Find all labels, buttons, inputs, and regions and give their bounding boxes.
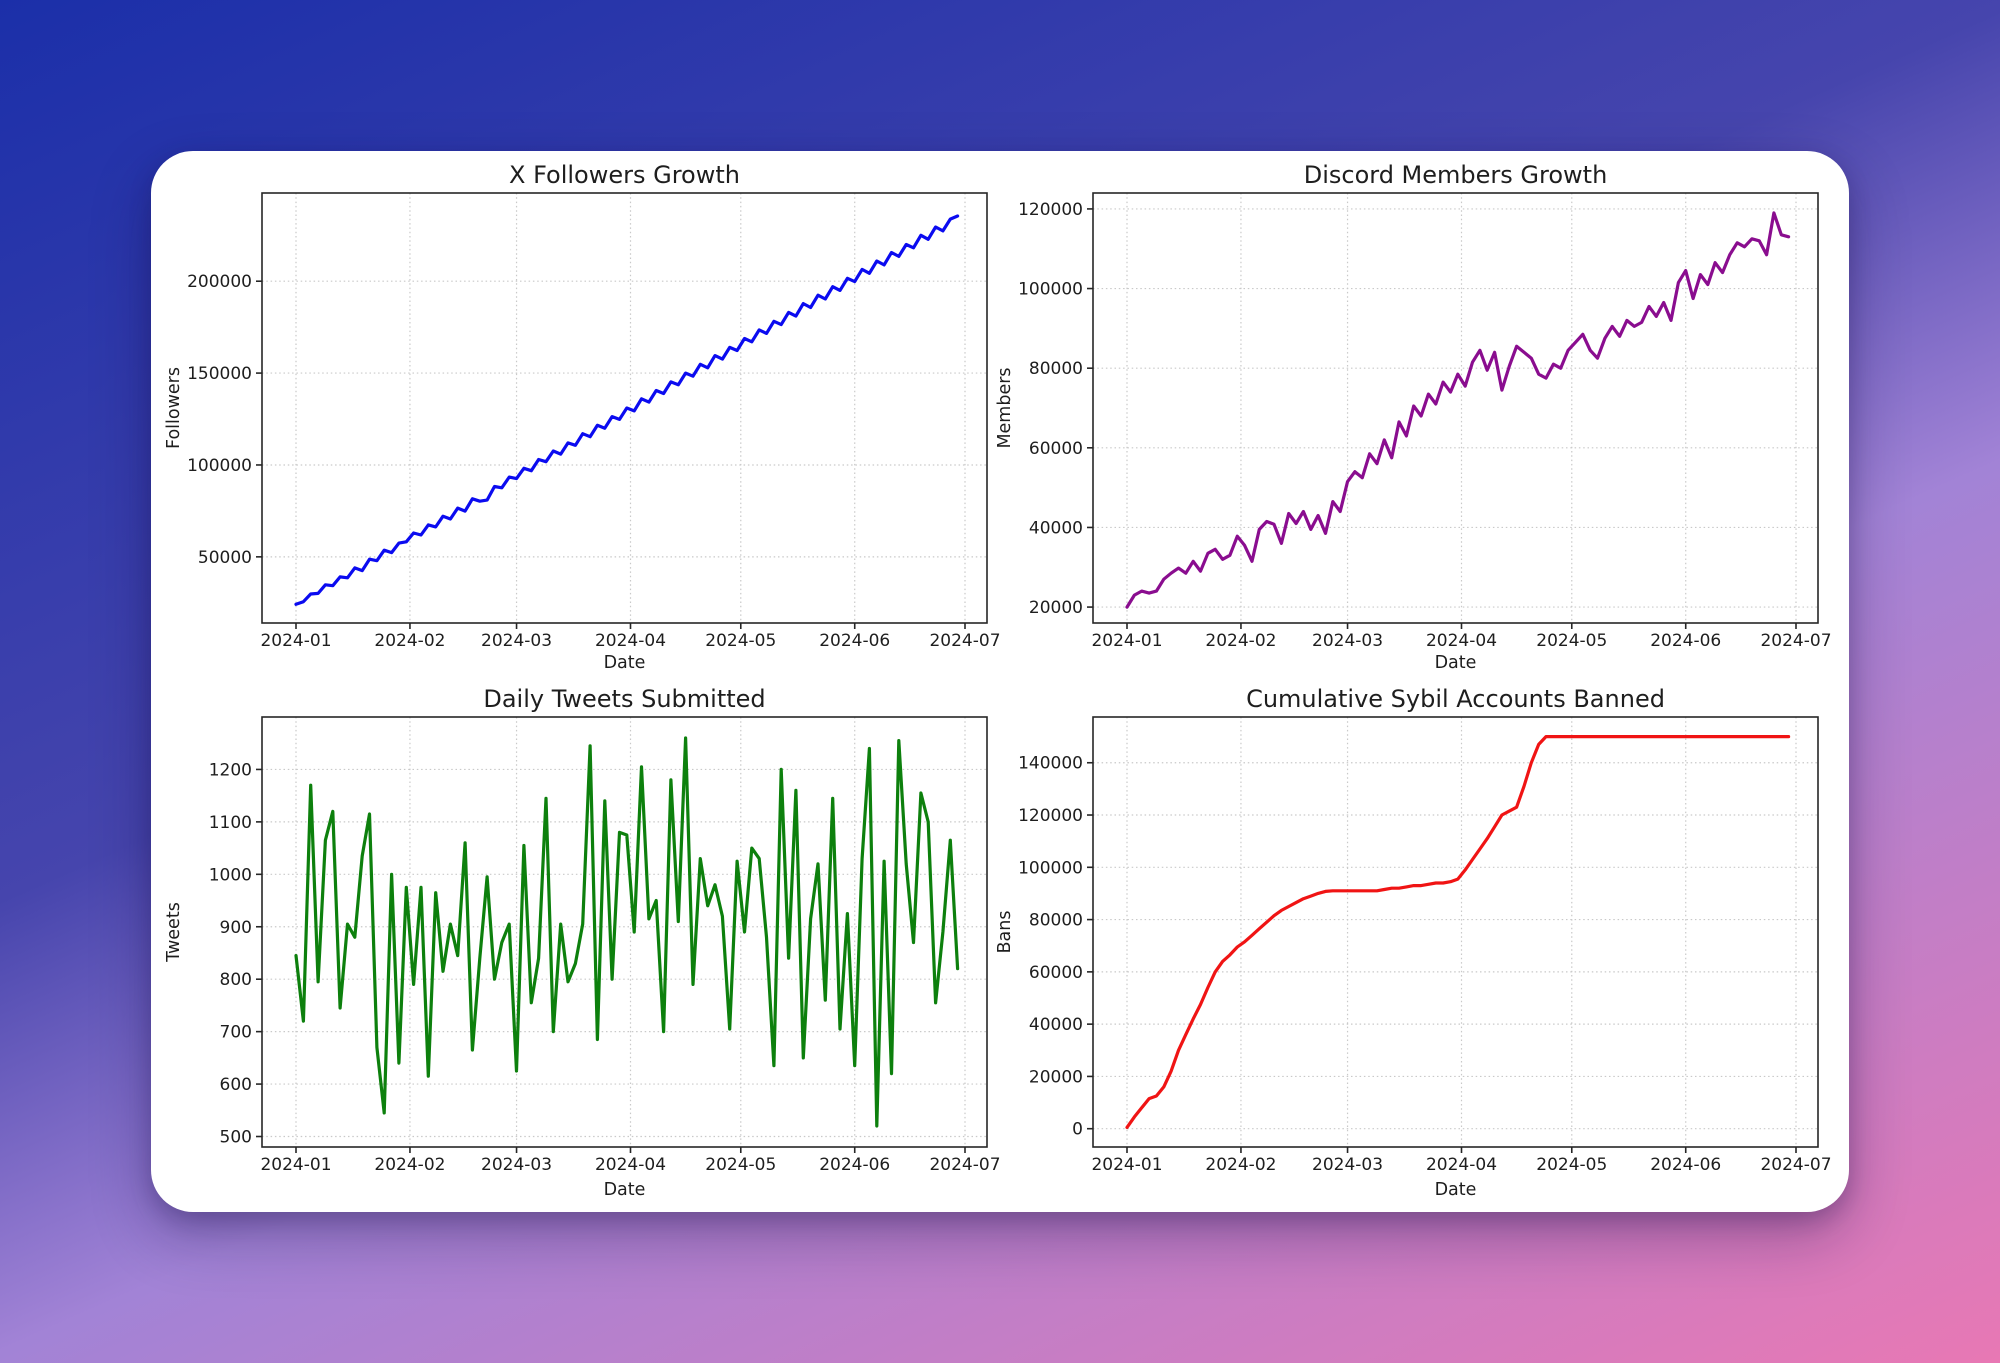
x-tick-label: 2024-01 [1091, 1155, 1162, 1175]
y-tick-label: 900 [220, 918, 252, 938]
x-tick-label: 2024-05 [705, 631, 776, 651]
x-tick-label: 2024-01 [260, 631, 331, 651]
y-tick-label: 500 [220, 1128, 252, 1148]
y-tick-label: 40000 [1029, 1015, 1083, 1035]
y-tick-label: 20000 [1029, 598, 1083, 618]
page-background: { "page": { "card_color": "#ffffff", "ba… [0, 0, 2000, 1363]
x-tick-label: 2024-07 [1760, 631, 1831, 651]
chart-x-followers: 2024-01 2024-02 2024-03 2024-04 2024-05 2024-… [130, 155, 1010, 700]
y-tick-label: 600 [220, 1075, 252, 1095]
y-tick-label: 20000 [1029, 1067, 1083, 1087]
y-tick-label: 120000 [1018, 200, 1083, 220]
x-tick-label: 2024-06 [819, 1155, 890, 1175]
x-tick-label: 2024-01 [260, 1155, 331, 1175]
y-tick-label: 800 [220, 970, 252, 990]
y-tick-label: 0 [1072, 1120, 1083, 1140]
x-tick-label: 2024-05 [1536, 631, 1607, 651]
y-tick-label: 100000 [187, 456, 252, 476]
x-tick-label: 2024-02 [1205, 631, 1276, 651]
x-tick-label: 2024-06 [819, 631, 890, 651]
series-line [1127, 213, 1789, 607]
x-tick-label: 2024-02 [1205, 1155, 1276, 1175]
x-axis-label: Date [262, 653, 987, 673]
x-tick-label: 2024-05 [705, 1155, 776, 1175]
y-tick-label: 140000 [1018, 754, 1083, 774]
y-tick-label: 120000 [1018, 806, 1083, 826]
y-tick-label: 50000 [198, 548, 252, 568]
x-tick-label: 2024-04 [1426, 631, 1497, 651]
y-tick-label: 1200 [209, 760, 252, 780]
x-tick-label: 2024-01 [1091, 631, 1162, 651]
y-tick-label: 1100 [209, 813, 252, 833]
y-tick-label: 80000 [1029, 359, 1083, 379]
chart-discord-members: 2024-01 2024-02 2024-03 2024-04 2024-05 2024-… [960, 155, 1840, 700]
x-tick-label: 2024-02 [374, 1155, 445, 1175]
x-tick-label: 2024-04 [595, 1155, 666, 1175]
series-line [1127, 737, 1789, 1128]
chart-title: Daily Tweets Submitted [262, 685, 987, 713]
y-tick-label: 100000 [1018, 280, 1083, 300]
x-tick-label: 2024-06 [1650, 1155, 1721, 1175]
x-axis-label: Date [1093, 1180, 1818, 1200]
plot-frame [1093, 717, 1818, 1147]
y-tick-label: 100000 [1018, 858, 1083, 878]
x-tick-label: 2024-03 [481, 631, 552, 651]
x-tick-label: 2024-03 [1312, 1155, 1383, 1175]
x-axis-label: Date [1093, 653, 1818, 673]
y-axis-label: Tweets [164, 902, 184, 962]
y-tick-label: 60000 [1029, 439, 1083, 459]
y-tick-label: 200000 [187, 272, 252, 292]
x-tick-label: 2024-02 [374, 631, 445, 651]
chart-daily-tweets: 2024-01 2024-02 2024-03 2024-04 2024-05 2024-… [130, 680, 1010, 1225]
series-line [296, 216, 958, 604]
y-tick-label: 700 [220, 1023, 252, 1043]
chart-title: Cumulative Sybil Accounts Banned [1093, 685, 1818, 713]
y-tick-label: 80000 [1029, 911, 1083, 931]
y-axis-label: Members [995, 367, 1015, 448]
chart-sybil-bans: 2024-01 2024-02 2024-03 2024-04 2024-05 2024-… [960, 680, 1840, 1225]
series-line [296, 738, 958, 1126]
chart-title: Discord Members Growth [1093, 161, 1818, 189]
y-tick-label: 60000 [1029, 963, 1083, 983]
x-tick-label: 2024-04 [595, 631, 666, 651]
x-axis-label: Date [262, 1180, 987, 1200]
y-tick-label: 40000 [1029, 518, 1083, 538]
y-axis-label: Bans [995, 911, 1015, 954]
y-axis-label: Followers [164, 367, 184, 449]
x-tick-label: 2024-06 [1650, 631, 1721, 651]
chart-title: X Followers Growth [262, 161, 987, 189]
x-tick-label: 2024-07 [1760, 1155, 1831, 1175]
x-tick-label: 2024-04 [1426, 1155, 1497, 1175]
x-tick-label: 2024-03 [1312, 631, 1383, 651]
y-tick-label: 150000 [187, 364, 252, 384]
x-tick-label: 2024-03 [481, 1155, 552, 1175]
y-tick-label: 1000 [209, 865, 252, 885]
plot-frame [1093, 193, 1818, 623]
x-tick-label: 2024-05 [1536, 1155, 1607, 1175]
